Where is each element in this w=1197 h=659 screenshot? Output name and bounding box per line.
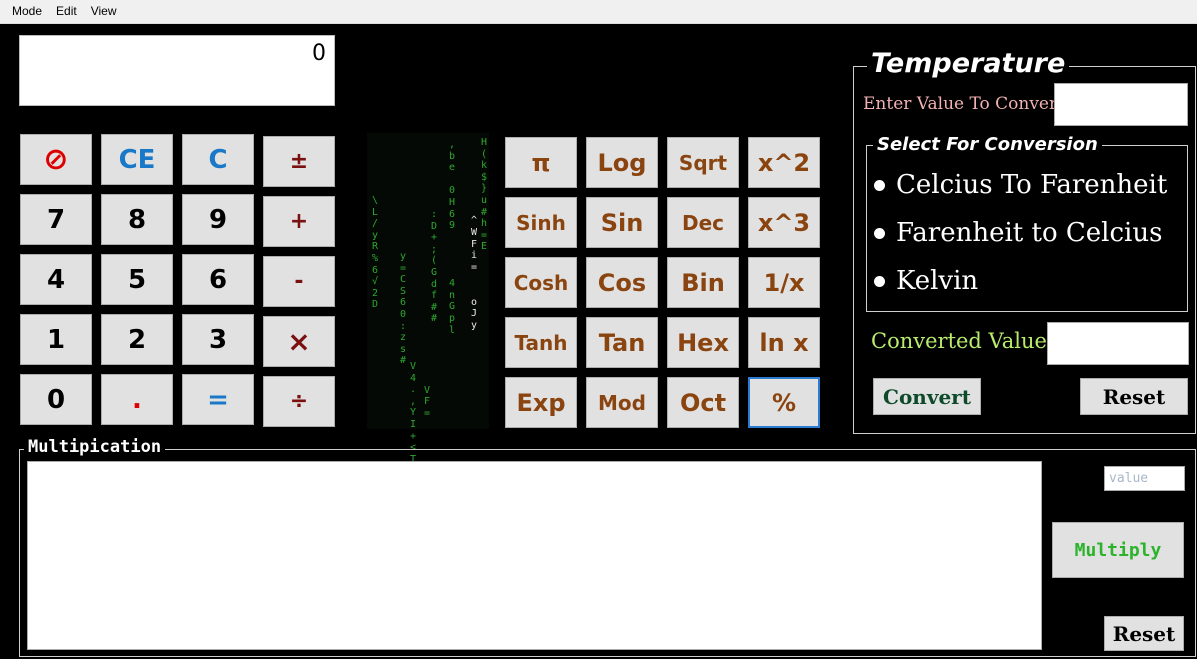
matrix-column: ^ W F i = o J y (471, 215, 478, 331)
radio-dot-icon (874, 227, 885, 239)
radio-label: Farenheit to Celcius (896, 218, 1163, 248)
sin-button[interactable]: Sin (586, 197, 658, 248)
digit-9-button[interactable]: 9 (182, 194, 254, 245)
converted-value-field[interactable] (1047, 322, 1189, 365)
radio-dot-icon (874, 275, 885, 287)
menu-edit[interactable]: Edit (49, 0, 84, 23)
conversion-select-title: Select For Conversion (873, 134, 1102, 155)
clear-button[interactable]: C (182, 134, 254, 185)
digit-4-button[interactable]: 4 (20, 254, 92, 305)
hex-button[interactable]: Hex (667, 317, 739, 368)
add-button[interactable]: + (263, 196, 335, 247)
cube-button[interactable]: x^3 (748, 197, 820, 248)
multiplication-output[interactable] (27, 461, 1042, 650)
no-entry-icon: ⊘ (43, 142, 69, 177)
calculator-display: 0 (19, 35, 335, 106)
tan-button[interactable]: Tan (586, 317, 658, 368)
matrix-column: y = C S 6 0 : z s # (400, 251, 407, 367)
pi-button[interactable]: π (505, 137, 577, 188)
multiplication-title: Multipication (24, 437, 166, 457)
tanh-button[interactable]: Tanh (505, 317, 577, 368)
subtract-button[interactable]: - (263, 256, 335, 307)
percent-button[interactable]: % (748, 377, 820, 428)
clear-all-button[interactable]: ⊘ (20, 134, 92, 185)
matrix-column: \ L / y R % 6 √ 2 D (372, 195, 379, 311)
digit-5-button[interactable]: 5 (101, 254, 173, 305)
temperature-reset-button[interactable]: Reset (1080, 378, 1188, 415)
decimal-button[interactable]: . (101, 374, 173, 425)
digit-1-button[interactable]: 1 (20, 314, 92, 365)
octal-button[interactable]: Oct (667, 377, 739, 428)
exp-button[interactable]: Exp (505, 377, 577, 428)
digit-7-button[interactable]: 7 (20, 194, 92, 245)
converted-value-label: Converted Value (871, 329, 1047, 353)
mod-button[interactable]: Mod (586, 377, 658, 428)
digit-2-button[interactable]: 2 (101, 314, 173, 365)
divide-button[interactable]: ÷ (263, 376, 335, 427)
plus-minus-button[interactable]: ± (263, 136, 335, 187)
square-button[interactable]: x^2 (748, 137, 820, 188)
temperature-title: Temperature (867, 48, 1070, 79)
decimal-base-button[interactable]: Dec (667, 197, 739, 248)
multiplication-reset-button[interactable]: Reset (1104, 616, 1184, 651)
reciprocal-button[interactable]: 1/x (748, 257, 820, 308)
sqrt-button[interactable]: Sqrt (667, 137, 739, 188)
matrix-column: , b e 0 H 6 9 4 n G p l (449, 139, 456, 336)
matrix-column: : D + ; ( G d f # # (431, 209, 438, 325)
enter-value-label: Enter Value To Convert (863, 94, 1064, 114)
radio-kelvin[interactable]: Kelvin (874, 266, 978, 296)
sinh-button[interactable]: Sinh (505, 197, 577, 248)
clear-entry-button[interactable]: CE (101, 134, 173, 185)
binary-button[interactable]: Bin (667, 257, 739, 308)
convert-button[interactable]: Convert (873, 378, 981, 415)
cos-button[interactable]: Cos (586, 257, 658, 308)
digit-0-button[interactable]: 0 (20, 374, 92, 425)
digit-3-button[interactable]: 3 (182, 314, 254, 365)
multiply-button[interactable]: Multiply (1052, 522, 1184, 578)
matrix-column: H ( k $ } u # h = E (481, 137, 488, 253)
multiply-op-button[interactable]: × (263, 316, 335, 367)
matrix-column: V F = (424, 384, 431, 419)
radio-label: Kelvin (896, 266, 979, 296)
cosh-button[interactable]: Cosh (505, 257, 577, 308)
menu-mode[interactable]: Mode (0, 0, 49, 23)
natural-log-button[interactable]: ln x (748, 317, 820, 368)
log-button[interactable]: Log (586, 137, 658, 188)
radio-farenheit-to-celcius[interactable]: Farenheit to Celcius (874, 218, 1162, 248)
radio-label: Celcius To Farenheit (896, 170, 1168, 200)
multiplication-value-input[interactable]: value (1104, 466, 1185, 491)
temperature-input[interactable] (1054, 83, 1188, 126)
menu-view[interactable]: View (84, 0, 124, 23)
radio-celcius-to-farenheit[interactable]: Celcius To Farenheit (874, 170, 1167, 200)
menu-bar: Mode Edit View (0, 0, 1197, 24)
digit-6-button[interactable]: 6 (182, 254, 254, 305)
digit-8-button[interactable]: 8 (101, 194, 173, 245)
equals-button[interactable]: = (182, 374, 254, 425)
radio-dot-icon (874, 179, 885, 191)
matrix-rain-animation: \ L / y R % 6 √ 2 D y = C S 6 0 : z s # … (367, 133, 489, 465)
